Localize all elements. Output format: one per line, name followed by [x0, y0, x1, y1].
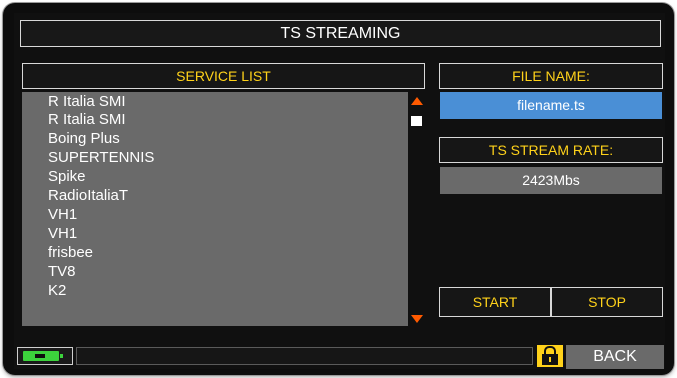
service-list-item[interactable]: frisbee: [22, 243, 408, 262]
service-list[interactable]: R Italia SMI R Italia SMI Boing Plus SUPERT…: [22, 92, 408, 326]
service-list-item[interactable]: R Italia SMI: [22, 110, 408, 129]
battery-icon: [17, 347, 73, 365]
scroll-up-icon[interactable]: [411, 97, 423, 105]
service-list-item[interactable]: VH1: [22, 205, 408, 224]
service-list-item[interactable]: K2: [22, 281, 408, 300]
service-list-header: SERVICE LIST: [22, 63, 425, 89]
page-title: TS STREAMING: [20, 20, 661, 47]
service-list-item[interactable]: VH1: [22, 224, 408, 243]
start-button[interactable]: START: [439, 287, 551, 317]
device-frame: TS STREAMING SERVICE LIST R Italia SMI R …: [3, 3, 674, 375]
back-button[interactable]: BACK: [566, 345, 664, 369]
stream-rate-value: 2423Mbs: [440, 167, 662, 194]
stream-rate-header: TS STREAM RATE:: [439, 137, 663, 163]
service-list-item[interactable]: R Italia SMI: [22, 94, 408, 110]
stop-button[interactable]: STOP: [551, 287, 663, 317]
bottom-bar: BACK: [14, 337, 665, 369]
status-field: [76, 347, 533, 365]
screen: TS STREAMING SERVICE LIST R Italia SMI R …: [14, 13, 665, 369]
service-list-item[interactable]: Spike: [22, 167, 408, 186]
scroll-thumb[interactable]: [411, 116, 422, 126]
service-list-item[interactable]: RadioItaliaT: [22, 186, 408, 205]
service-list-item[interactable]: SUPERTENNIS: [22, 148, 408, 167]
file-name-header: FILE NAME:: [439, 63, 663, 89]
service-list-item[interactable]: Boing Plus: [22, 129, 408, 148]
file-name-field[interactable]: filename.ts: [440, 92, 662, 119]
service-list-items: R Italia SMI R Italia SMI Boing Plus SUPERT…: [22, 94, 408, 300]
scroll-down-icon[interactable]: [411, 315, 423, 323]
service-list-scrollbar[interactable]: [408, 92, 425, 326]
service-list-item[interactable]: TV8: [22, 262, 408, 281]
lock-icon[interactable]: [537, 345, 563, 367]
